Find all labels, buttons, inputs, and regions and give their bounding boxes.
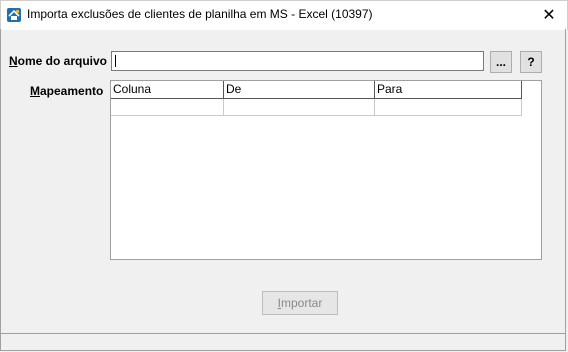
mapping-label: Mapeamento	[30, 84, 104, 98]
grid-cell[interactable]	[111, 99, 224, 116]
window-title: Importa exclusões de clientes de planilh…	[27, 7, 373, 21]
file-name-label: Nome do arquivo	[9, 54, 108, 68]
close-icon[interactable]: ✕	[537, 4, 561, 26]
grid-header: Coluna De Para	[111, 81, 522, 99]
column-header-de[interactable]: De	[224, 81, 375, 98]
status-bar	[1, 333, 565, 351]
column-header-coluna[interactable]: Coluna	[111, 81, 224, 98]
help-button[interactable]: ?	[520, 51, 542, 73]
import-button[interactable]: Importar	[262, 291, 338, 315]
app-icon	[7, 8, 21, 22]
grid-cell[interactable]	[224, 99, 375, 116]
column-header-para[interactable]: Para	[375, 81, 522, 98]
browse-button[interactable]: ...	[490, 51, 512, 73]
text-caret	[115, 55, 116, 67]
table-row[interactable]	[111, 99, 522, 116]
title-bar: Importa exclusões de clientes de planilh…	[0, 0, 568, 30]
grid-cell[interactable]	[375, 99, 522, 116]
mapping-grid[interactable]: Coluna De Para	[110, 80, 542, 260]
file-name-input[interactable]	[111, 51, 484, 71]
